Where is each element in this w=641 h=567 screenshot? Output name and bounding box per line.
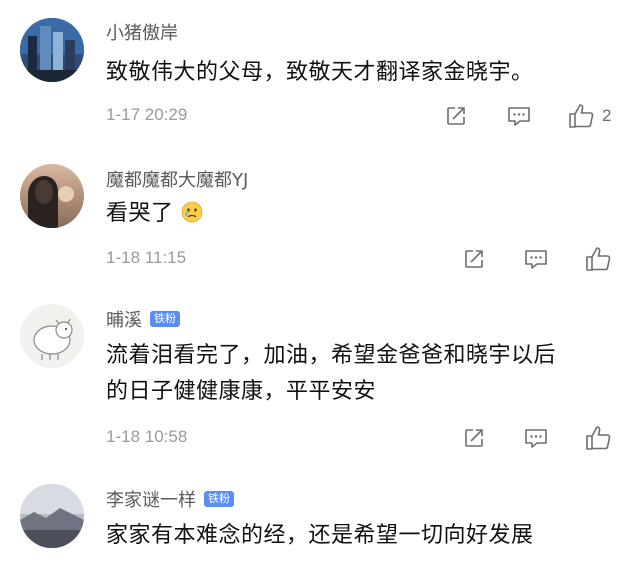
portrait-avatar bbox=[20, 164, 84, 228]
avatar[interactable] bbox=[20, 164, 84, 228]
like-button[interactable] bbox=[585, 423, 613, 453]
share-icon bbox=[447, 107, 465, 125]
username[interactable]: 晡溪 bbox=[106, 306, 142, 332]
avatar[interactable] bbox=[20, 304, 84, 368]
crying-face-emoji bbox=[181, 201, 203, 223]
reply-button[interactable] bbox=[523, 244, 549, 274]
fan-badge: 铁粉 bbox=[204, 491, 234, 507]
like-button[interactable]: 2 bbox=[568, 101, 611, 131]
share-icon bbox=[465, 429, 483, 447]
username[interactable]: 李家谜一样 bbox=[106, 486, 196, 512]
like-count: 2 bbox=[602, 106, 612, 125]
comment-text-content: 看哭了 bbox=[106, 201, 174, 226]
landscape-avatar bbox=[20, 484, 84, 548]
avatar[interactable] bbox=[20, 18, 84, 82]
reply-button[interactable] bbox=[523, 423, 549, 453]
share-icon bbox=[465, 250, 483, 268]
thumbs-up-icon bbox=[586, 426, 611, 450]
timestamp: 1-18 10:58 bbox=[106, 427, 188, 446]
reply-icon bbox=[525, 250, 547, 269]
comment-text: 致敬伟大的父母，致敬天才翻译家金晓宇。 bbox=[106, 60, 534, 85]
comment-text-line: 的日子健健康康，平平安安 bbox=[106, 379, 377, 404]
comment-text: 看哭了 bbox=[106, 196, 626, 232]
username[interactable]: 小猪傲岸 bbox=[106, 19, 178, 45]
username[interactable]: 魔都魔都大魔都YJ bbox=[106, 166, 248, 192]
timestamp: 1-17 20:29 bbox=[106, 105, 188, 124]
share-button[interactable] bbox=[462, 244, 486, 274]
thumbs-up-icon bbox=[586, 247, 611, 271]
comment-text: 流着泪看完了，加油，希望金爸爸和晓宇以后 的日子健健康康，平平安安 bbox=[106, 338, 626, 410]
avatar[interactable] bbox=[20, 484, 84, 548]
share-button[interactable] bbox=[462, 423, 486, 453]
reply-button[interactable] bbox=[506, 101, 532, 131]
reply-icon bbox=[525, 429, 547, 448]
timestamp: 1-18 11:15 bbox=[106, 248, 187, 267]
like-button[interactable] bbox=[585, 244, 613, 274]
comment-text: 家家有本难念的经，还是希望一切向好发展 bbox=[106, 523, 534, 548]
city-skyline-avatar bbox=[20, 18, 84, 82]
share-button[interactable] bbox=[444, 101, 468, 131]
comment-text-line: 流着泪看完了，加油，希望金爸爸和晓宇以后 bbox=[106, 343, 557, 368]
reply-icon bbox=[508, 107, 530, 126]
cartoon-sheep-avatar bbox=[20, 304, 84, 368]
fan-badge: 铁粉 bbox=[150, 311, 180, 327]
comment-list: 小猪傲岸 致敬伟大的父母，致敬天才翻译家金晓宇。 1-17 20:29 2 魔都… bbox=[0, 0, 641, 567]
thumbs-up-icon bbox=[569, 104, 594, 128]
